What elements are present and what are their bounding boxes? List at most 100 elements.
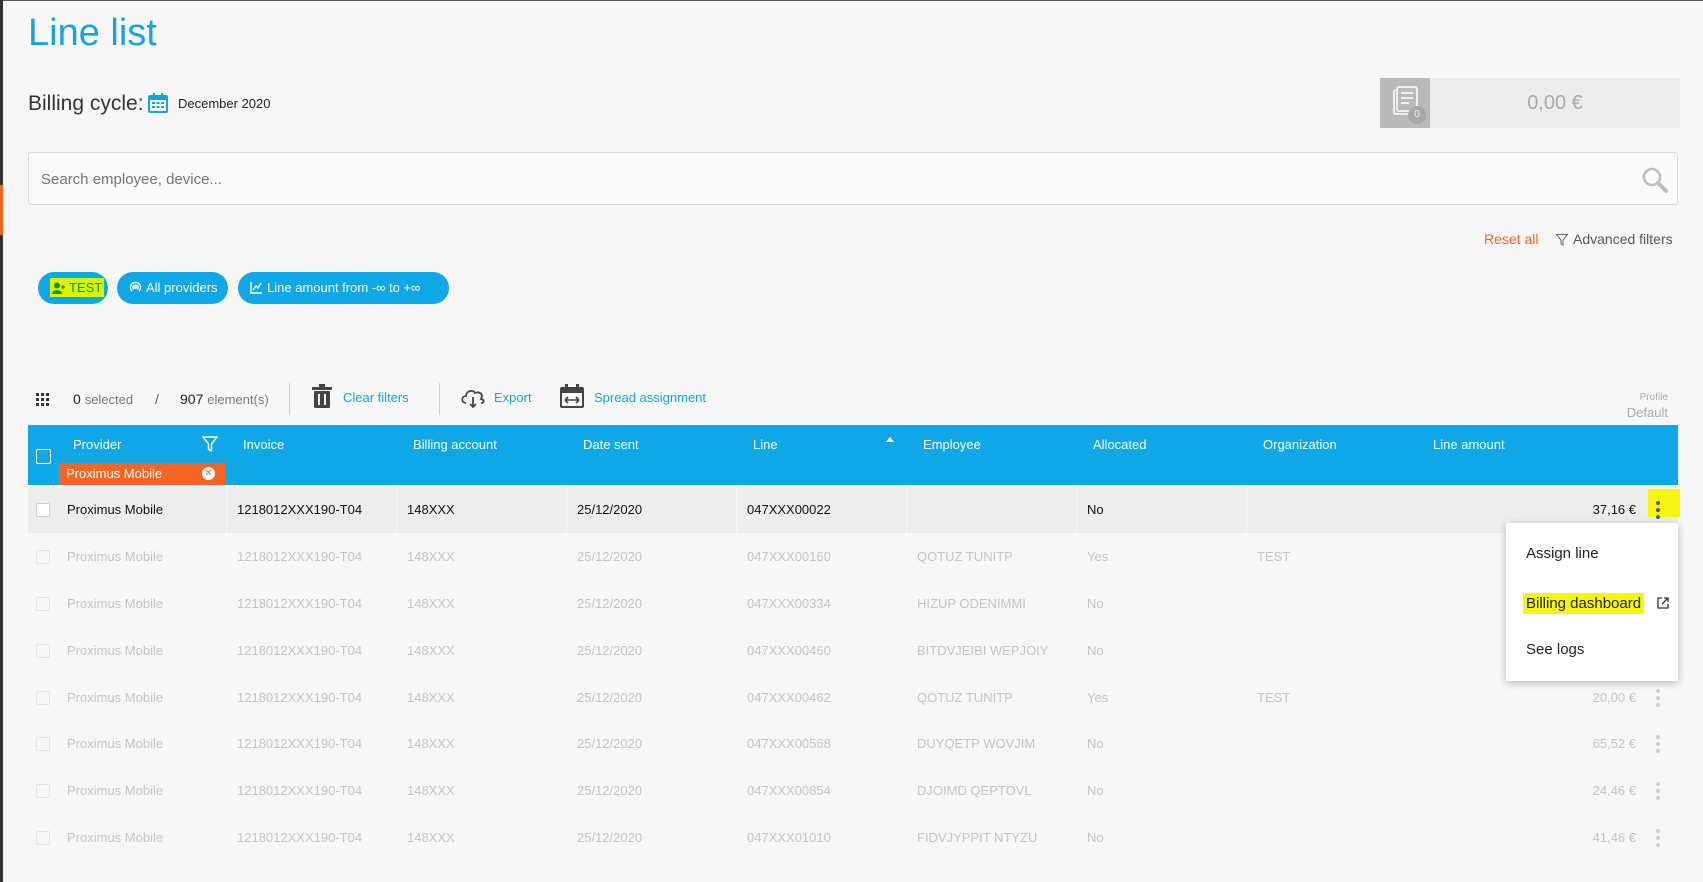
chip-line-amount[interactable]: Line amount from -∞ to +∞ xyxy=(238,272,449,304)
row-checkbox[interactable] xyxy=(36,831,50,845)
kebab-menu-icon[interactable] xyxy=(1655,827,1661,849)
search-icon[interactable] xyxy=(1641,166,1669,199)
cell-provider: Proximus Mobile xyxy=(67,549,164,564)
row-checkbox[interactable] xyxy=(36,550,50,564)
column-divider xyxy=(566,628,567,674)
column-divider xyxy=(566,815,567,861)
advanced-filters-button[interactable]: Advanced filters xyxy=(1555,231,1673,247)
chip-test-filter[interactable]: TEST xyxy=(38,272,108,304)
grid-icon[interactable] xyxy=(36,393,49,409)
kebab-menu-icon[interactable] xyxy=(1655,687,1661,709)
cell-line: 047XXX00460 xyxy=(747,643,831,658)
cell-employee: BITDVJEIBI WEPJOIY xyxy=(917,643,1049,658)
profile-selector[interactable]: Default xyxy=(1627,405,1668,420)
table-row[interactable]: Proximus Mobile 1218012XXX190-T04 148XXX 25… xyxy=(28,628,1678,674)
column-divider xyxy=(1246,487,1247,533)
column-divider xyxy=(566,487,567,533)
cell-invoice: 1218012XXX190-T04 xyxy=(237,502,363,517)
column-divider xyxy=(906,581,907,627)
table-row[interactable]: Proximus Mobile 1218012XXX190-T04 148XXX 25… xyxy=(28,675,1678,721)
user-icon xyxy=(52,282,65,294)
column-line-amount[interactable]: Line amount xyxy=(1433,437,1505,452)
kebab-menu-icon[interactable] xyxy=(1655,499,1661,521)
column-divider xyxy=(736,487,737,533)
column-invoice[interactable]: Invoice xyxy=(243,437,284,452)
chart-icon xyxy=(250,282,262,294)
table-row[interactable]: Proximus Mobile 1218012XXX190-T04 148XXX 25… xyxy=(28,768,1678,814)
row-checkbox[interactable] xyxy=(36,784,50,798)
row-checkbox[interactable] xyxy=(36,737,50,751)
cell-date-sent: 25/12/2020 xyxy=(577,736,643,751)
column-billing-account[interactable]: Billing account xyxy=(413,437,497,452)
column-divider xyxy=(736,721,737,767)
menu-item-assign-line[interactable]: Assign line xyxy=(1526,545,1599,562)
column-divider xyxy=(226,487,227,533)
column-employee[interactable]: Employee xyxy=(923,437,981,452)
kebab-menu-icon[interactable] xyxy=(1655,780,1661,802)
billing-cycle-label: Billing cycle: xyxy=(28,92,144,115)
trash-icon[interactable] xyxy=(312,384,332,411)
invoice-stack-icon[interactable]: 0 xyxy=(1380,78,1430,128)
table-row[interactable]: Proximus Mobile 1218012XXX190-T04 148XXX 25… xyxy=(28,534,1678,580)
column-divider xyxy=(396,581,397,627)
cell-employee: DJOIMD QEPTOVL xyxy=(917,783,1032,798)
column-date-sent[interactable]: Date sent xyxy=(583,437,639,452)
remove-filter-icon[interactable]: ✕ xyxy=(202,467,215,480)
spread-assignment-button[interactable]: Spread assignment xyxy=(594,390,706,405)
cell-line: 047XXX00160 xyxy=(747,549,831,564)
table-row[interactable]: Proximus Mobile 1218012XXX190-T04 148XXX 25… xyxy=(28,815,1678,861)
cell-billing-account: 148XXX xyxy=(407,502,455,517)
cell-allocated: No xyxy=(1087,783,1104,798)
top-border xyxy=(0,0,1703,1)
search-input[interactable] xyxy=(39,153,1603,206)
table-row[interactable]: Proximus Mobile 1218012XXX190-T04 148XXX 25… xyxy=(28,487,1680,533)
column-provider[interactable]: Provider xyxy=(73,437,121,452)
spread-calendar-icon[interactable] xyxy=(560,384,584,411)
column-allocated[interactable]: Allocated xyxy=(1093,437,1146,452)
export-button[interactable]: Export xyxy=(494,390,532,405)
table-row[interactable]: Proximus Mobile 1218012XXX190-T04 148XXX 25… xyxy=(28,721,1678,767)
column-divider xyxy=(226,815,227,861)
column-divider xyxy=(736,675,737,721)
column-divider xyxy=(1246,581,1247,627)
reset-all-link[interactable]: Reset all xyxy=(1484,231,1538,247)
chip-all-providers[interactable]: All providers xyxy=(117,272,228,304)
cell-billing-account: 148XXX xyxy=(407,643,455,658)
cell-date-sent: 25/12/2020 xyxy=(577,596,643,611)
column-line[interactable]: Line xyxy=(753,437,778,452)
column-divider xyxy=(226,534,227,580)
funnel-icon[interactable] xyxy=(201,436,219,455)
column-organization[interactable]: Organization xyxy=(1263,437,1337,452)
clear-filters-button[interactable]: Clear filters xyxy=(343,390,409,405)
row-checkbox[interactable] xyxy=(36,503,50,517)
cell-line-amount: 24,46 € xyxy=(1592,783,1636,798)
cell-allocated: No xyxy=(1087,736,1104,751)
sort-ascending-icon[interactable] xyxy=(886,437,894,442)
column-divider xyxy=(1246,768,1247,814)
column-divider xyxy=(396,768,397,814)
cloud-download-icon[interactable] xyxy=(460,388,486,411)
kebab-menu-icon[interactable] xyxy=(1655,733,1661,755)
select-all-checkbox[interactable] xyxy=(36,449,51,464)
column-divider xyxy=(1076,628,1077,674)
signal-icon xyxy=(129,281,142,292)
table-row[interactable]: Proximus Mobile 1218012XXX190-T04 148XXX 25… xyxy=(28,581,1678,627)
column-divider xyxy=(736,534,737,580)
cell-allocated: Yes xyxy=(1087,690,1109,705)
column-divider xyxy=(736,581,737,627)
billing-cycle-value[interactable]: December 2020 xyxy=(178,96,271,111)
calendar-icon[interactable] xyxy=(148,93,168,118)
menu-item-billing-dashboard[interactable]: Billing dashboard xyxy=(1523,593,1645,614)
column-divider xyxy=(566,534,567,580)
column-divider xyxy=(396,534,397,580)
row-checkbox[interactable] xyxy=(36,691,50,705)
cell-date-sent: 25/12/2020 xyxy=(577,643,643,658)
row-checkbox[interactable] xyxy=(36,644,50,658)
left-sidebar-accent xyxy=(0,185,3,235)
menu-item-see-logs[interactable]: See logs xyxy=(1526,641,1584,658)
cell-employee: QOTUZ TUNITP xyxy=(917,690,1013,705)
column-divider xyxy=(1076,675,1077,721)
column-divider xyxy=(1076,721,1077,767)
chip-test-label: TEST xyxy=(69,280,103,295)
row-checkbox[interactable] xyxy=(36,597,50,611)
